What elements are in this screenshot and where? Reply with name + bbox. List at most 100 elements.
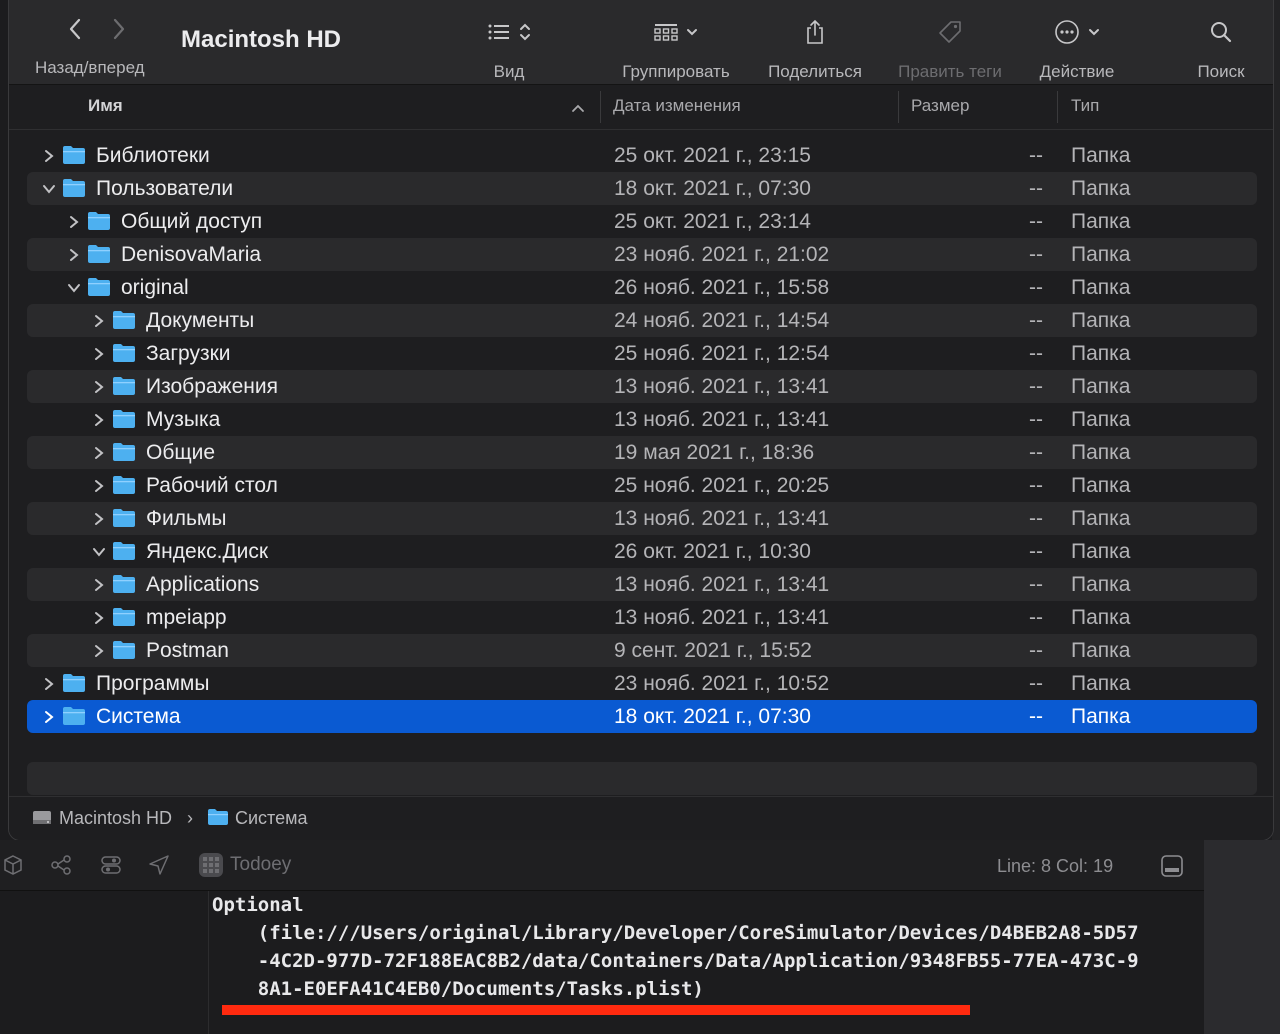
environment-icon[interactable] (100, 854, 122, 882)
chevron-down-icon (1089, 29, 1099, 36)
file-row[interactable]: Система 18 окт. 2021 г., 07:30 -- Папка (27, 700, 1257, 733)
column-size[interactable]: Размер (911, 85, 969, 129)
file-row[interactable]: DenisovaMaria 23 нояб. 2021 г., 21:02 -- Па… (27, 238, 1257, 271)
file-size: -- (1029, 144, 1043, 167)
file-row[interactable]: Общие 19 мая 2021 г., 18:36 -- Папка (27, 436, 1257, 469)
file-name: Фильмы (146, 507, 227, 530)
file-size: -- (1029, 573, 1043, 596)
folder-icon (112, 376, 136, 396)
chevron-right-icon[interactable] (91, 568, 107, 601)
column-kind[interactable]: Тип (1071, 85, 1099, 129)
file-name: Изображения (146, 375, 278, 398)
file-row[interactable]: Рабочий стол 25 нояб. 2021 г., 20:25 -- Пап… (27, 469, 1257, 502)
file-row[interactable]: Postman 9 сент. 2021 г., 15:52 -- Папка (27, 634, 1257, 667)
sort-ascending-icon (571, 87, 585, 129)
file-name: Загрузки (146, 342, 231, 365)
chevron-right-icon[interactable] (91, 304, 107, 337)
chevron-right-icon[interactable] (91, 403, 107, 436)
chevron-right-icon[interactable] (66, 238, 82, 271)
chevron-right-icon[interactable] (66, 205, 82, 238)
file-row[interactable]: Документы 24 нояб. 2021 г., 14:54 -- Папка (27, 304, 1257, 337)
file-row[interactable]: Общий доступ 25 окт. 2021 г., 23:14 -- Папк… (27, 205, 1257, 238)
chevron-left-icon (69, 18, 81, 40)
file-name: Общие (146, 441, 216, 464)
edit-tags-button[interactable]: Править теги (885, 14, 1015, 82)
folder-icon (112, 475, 136, 495)
file-row[interactable]: original 26 нояб. 2021 г., 15:58 -- Папка (27, 271, 1257, 304)
chevron-right-icon[interactable] (91, 370, 107, 403)
column-name[interactable]: Имя (88, 85, 123, 129)
path-segment-disk[interactable]: Macintosh HD (59, 797, 172, 839)
chevron-down-icon[interactable] (41, 172, 57, 205)
view-button[interactable]: Вид (471, 14, 547, 82)
column-separator[interactable] (600, 91, 601, 123)
chevron-right-icon[interactable] (91, 469, 107, 502)
file-date: 25 окт. 2021 г., 23:15 (614, 144, 811, 167)
finder-window: Назад/вперед Macintosh HD Вид Группирова… (8, 0, 1274, 841)
cursor-position: Line: 8 Col: 19 (997, 856, 1114, 876)
file-kind: Папка (1071, 342, 1131, 365)
chevron-down-icon[interactable] (91, 535, 107, 568)
chevron-right-icon[interactable] (41, 139, 57, 172)
folder-icon (62, 145, 86, 165)
group-button[interactable]: Группировать (609, 14, 743, 82)
file-kind: Папка (1071, 144, 1131, 167)
file-kind: Папка (1071, 210, 1131, 233)
file-row[interactable]: Изображения 13 нояб. 2021 г., 13:41 -- Папк… (27, 370, 1257, 403)
file-date: 26 окт. 2021 г., 10:30 (614, 540, 811, 563)
file-row[interactable]: Фильмы 13 нояб. 2021 г., 13:41 -- Папка (27, 502, 1257, 535)
file-row[interactable]: Яндекс.Диск 26 окт. 2021 г., 10:30 -- Папка (27, 535, 1257, 568)
file-row[interactable]: Applications 13 нояб. 2021 г., 13:41 -- Пап… (27, 568, 1257, 601)
file-date: 24 нояб. 2021 г., 14:54 (614, 309, 830, 332)
chevron-down-icon[interactable] (66, 271, 82, 304)
action-button[interactable]: Действие (1029, 14, 1125, 82)
chevron-right-icon[interactable] (91, 337, 107, 370)
file-kind: Папка (1071, 540, 1131, 563)
file-row[interactable]: Программы 23 нояб. 2021 г., 10:52 -- Папка (27, 667, 1257, 700)
action-label: Действие (1039, 62, 1115, 81)
share-button[interactable]: Поделиться (759, 14, 871, 82)
chevron-right-icon[interactable] (91, 634, 107, 667)
branch-icon[interactable] (50, 854, 72, 882)
location-icon[interactable] (148, 854, 170, 882)
column-header: Имя Дата изменения Размер Тип (9, 85, 1273, 130)
file-row[interactable]: Библиотеки 25 окт. 2021 г., 23:15 -- Папка (27, 139, 1257, 172)
search-button[interactable]: Поиск (1187, 14, 1255, 82)
chevron-right-icon[interactable] (91, 502, 107, 535)
folder-icon (112, 607, 136, 627)
search-icon (1211, 22, 1232, 43)
chevron-right-icon[interactable] (91, 601, 107, 634)
file-row[interactable]: Загрузки 25 нояб. 2021 г., 12:54 -- Папка (27, 337, 1257, 370)
column-separator[interactable] (898, 91, 899, 123)
toggle-panel-icon[interactable] (1160, 854, 1184, 884)
file-kind: Папка (1071, 573, 1131, 596)
file-name: Библиотеки (96, 144, 210, 167)
file-row[interactable]: Музыка 13 нояб. 2021 г., 13:41 -- Папка (27, 403, 1257, 436)
forward-button[interactable] (111, 16, 127, 48)
file-kind: Папка (1071, 309, 1131, 332)
folder-icon (112, 640, 136, 660)
file-row[interactable]: Пользователи 18 окт. 2021 г., 07:30 -- Папк… (27, 172, 1257, 205)
column-date[interactable]: Дата изменения (613, 85, 741, 129)
file-name: Система (96, 705, 181, 728)
console-output[interactable]: Optional (file:///Users/original/Library… (212, 891, 1202, 1003)
chevron-right-icon[interactable] (41, 667, 57, 700)
file-row[interactable]: mpeiapp 13 нояб. 2021 г., 13:41 -- Папка (27, 601, 1257, 634)
path-segment-folder[interactable]: Система (235, 797, 308, 839)
back-button[interactable] (67, 16, 83, 48)
folder-icon (112, 541, 136, 561)
chevron-right-icon[interactable] (91, 436, 107, 469)
file-size: -- (1029, 210, 1043, 233)
console-line: Optional (212, 894, 304, 916)
folder-icon (87, 211, 111, 231)
folder-icon (207, 808, 229, 830)
file-size: -- (1029, 243, 1043, 266)
file-date: 26 нояб. 2021 г., 15:58 (614, 276, 830, 299)
edit-tags-label: Править теги (898, 62, 1002, 81)
folder-icon (112, 508, 136, 528)
console-line: -4C2D-977D-72F188EAC8B2/data/Containers/… (212, 950, 1139, 972)
file-size: -- (1029, 540, 1043, 563)
cube-icon[interactable] (2, 854, 24, 882)
column-separator[interactable] (1057, 91, 1058, 123)
chevron-right-icon[interactable] (41, 700, 57, 733)
